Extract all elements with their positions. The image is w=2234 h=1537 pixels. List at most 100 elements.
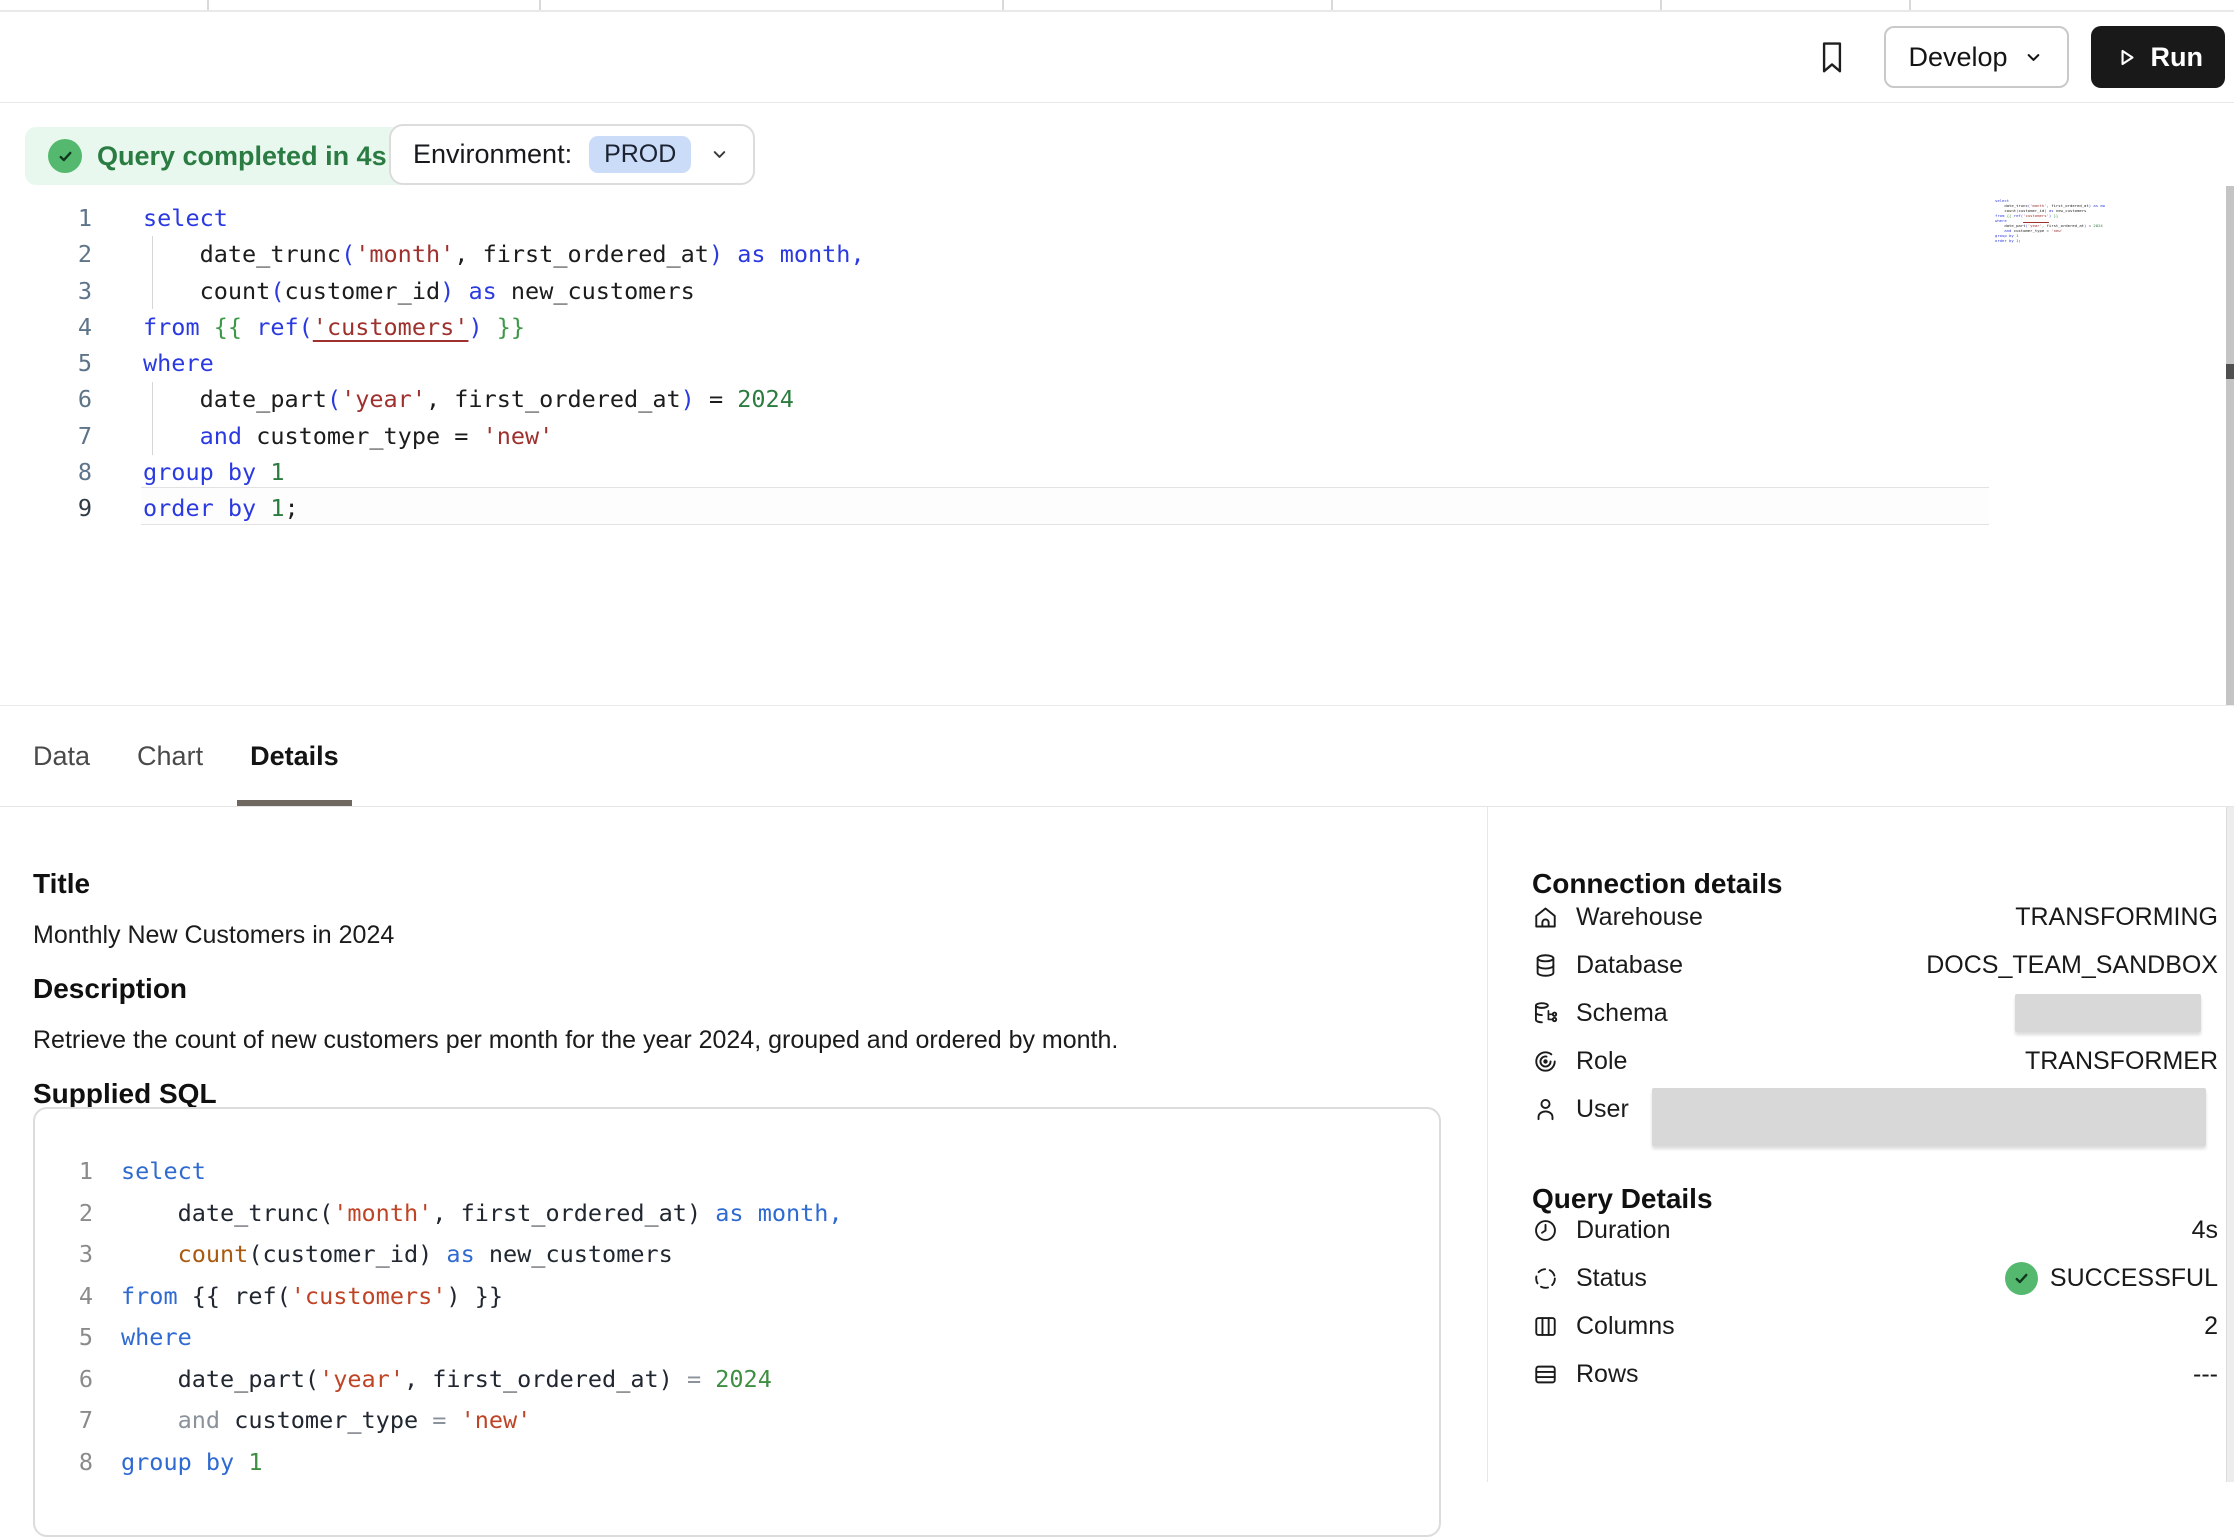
schema-icon [1532, 1000, 1559, 1027]
tab-label: Chart [137, 741, 203, 772]
duration-icon [1532, 1217, 1559, 1244]
success-check-icon [48, 139, 82, 173]
user-icon [1532, 1096, 1559, 1123]
tab-details[interactable]: Details [250, 706, 339, 806]
line-number: 7 [0, 418, 92, 454]
rows-row: Rows--- [1532, 1350, 2218, 1398]
editor-code: select date_trunc('month', first_ordered… [143, 200, 865, 527]
page-scrollbar-gutter[interactable] [2226, 807, 2234, 1482]
chevron-down-icon [708, 143, 731, 166]
app-window: Develop Run Query completed in 4s Enviro… [0, 0, 2234, 1482]
results-tabbar: Data Chart Details [0, 705, 2234, 807]
active-tab-indicator [237, 800, 352, 806]
sql-line-numbers: 12345678 [35, 1151, 93, 1483]
line-number: 9 [0, 490, 92, 526]
user-value [1652, 1080, 2218, 1138]
query-status-text: Query completed in 4s [97, 141, 387, 172]
tab-chart[interactable]: Chart [137, 706, 203, 806]
columns-label: Columns [1576, 1312, 1675, 1341]
description-heading: Description [33, 973, 187, 1005]
toolbar: Develop Run [0, 12, 2234, 103]
code-line: order by 1; [143, 490, 865, 526]
code-line: date_part('year', first_ordered_at) = 20… [121, 1359, 843, 1401]
database-value: DOCS_TEAM_SANDBOX [1926, 951, 2218, 980]
columns-row: Columns 2 [1532, 1302, 2218, 1350]
line-number: 5 [35, 1317, 93, 1359]
warehouse-icon [1532, 904, 1559, 931]
success-check-icon [2005, 1262, 2038, 1295]
tab-label: Data [33, 741, 90, 772]
tab-separator [1909, 0, 1911, 10]
warehouse-row: WarehouseTRANSFORMING [1532, 893, 2218, 941]
schema-value [2015, 994, 2218, 1032]
browser-tab-strip [0, 0, 2234, 12]
line-number: 2 [0, 236, 92, 272]
redacted-value [1652, 1088, 2206, 1146]
code-line: date_trunc('month', first_ordered_at) as… [121, 1193, 843, 1235]
supplied-sql-heading: Supplied SQL [33, 1078, 217, 1110]
query-status-badge: Query completed in 4s [25, 127, 410, 185]
code-line: date_trunc('month', first_ordered_at) as… [143, 236, 865, 272]
tab-label: Details [250, 741, 339, 772]
editor-line-numbers: 123456789 [0, 200, 92, 527]
code-line: count(customer_id) as new_customers [121, 1234, 843, 1276]
editor-scrollbar[interactable] [2226, 186, 2234, 705]
code-line: group by 1 [143, 454, 865, 490]
user-row: User [1532, 1085, 2218, 1133]
run-button-label: Run [2151, 42, 2203, 73]
develop-button[interactable]: Develop [1884, 26, 2068, 88]
code-line: count(customer_id) as new_customers [143, 273, 865, 309]
duration-value: 4s [2192, 1216, 2218, 1245]
environment-selector[interactable]: Environment: PROD [389, 124, 755, 185]
line-number: 4 [0, 309, 92, 345]
line-number: 3 [0, 273, 92, 309]
code-line: from {{ ref('customers') }} [143, 309, 865, 345]
bookmark-button[interactable] [1810, 35, 1854, 79]
columns-icon [1532, 1313, 1559, 1340]
line-number: 4 [35, 1276, 93, 1318]
description-value: Retrieve the count of new customers per … [33, 1026, 1118, 1055]
line-number: 7 [35, 1400, 93, 1442]
editor-scrollbar-thumb[interactable] [2226, 364, 2234, 379]
schema-row: Schema [1532, 989, 2218, 1037]
database-label: Database [1576, 951, 1683, 980]
status-label: Status [1576, 1264, 1647, 1293]
chevron-down-icon [2022, 46, 2045, 69]
tab-separator [1331, 0, 1333, 10]
role-label: Role [1576, 1047, 1627, 1076]
status-row: StatusSUCCESSFUL [1532, 1254, 2218, 1302]
code-line: from {{ ref('customers') }} [121, 1276, 843, 1318]
line-number: 6 [0, 381, 92, 417]
environment-label: Environment: [413, 139, 572, 170]
title-heading: Title [33, 868, 90, 900]
code-line: date_part('year', first_ordered_at) = 20… [143, 381, 865, 417]
duration-row: Duration4s [1532, 1206, 2218, 1254]
sql-editor[interactable]: 123456789 select date_trunc('month', fir… [0, 186, 2234, 705]
schema-label: Schema [1576, 999, 1668, 1028]
line-number: 1 [0, 200, 92, 236]
editor-minimap[interactable]: select date_trunc('month', first_ordered… [1995, 198, 2105, 250]
line-number: 6 [35, 1359, 93, 1401]
line-number: 8 [35, 1442, 93, 1484]
tab-separator [207, 0, 209, 10]
develop-button-label: Develop [1908, 42, 2007, 73]
tab-data[interactable]: Data [33, 706, 90, 806]
rows-icon [1532, 1361, 1559, 1388]
code-line: where [121, 1317, 843, 1359]
code-line: where [143, 345, 865, 381]
warehouse-label: Warehouse [1576, 903, 1703, 932]
tab-separator [1002, 0, 1004, 10]
role-value: TRANSFORMER [2025, 1047, 2218, 1076]
run-button[interactable]: Run [2091, 26, 2225, 88]
supplied-sql-code: 12345678 select date_trunc('month', firs… [33, 1107, 1441, 1537]
query-details-panel: Duration4sStatusSUCCESSFUL Columns 2 Rows--… [1532, 1206, 2218, 1398]
line-number: 1 [35, 1151, 93, 1193]
title-value: Monthly New Customers in 2024 [33, 921, 394, 950]
columns-value: 2 [2204, 1312, 2218, 1341]
panel-divider [1487, 807, 1488, 1482]
line-number: 3 [35, 1234, 93, 1276]
bookmark-icon [1813, 38, 1851, 76]
sql-code: select date_trunc('month', first_ordered… [121, 1151, 843, 1483]
line-number: 2 [35, 1193, 93, 1235]
role-icon [1532, 1048, 1559, 1075]
